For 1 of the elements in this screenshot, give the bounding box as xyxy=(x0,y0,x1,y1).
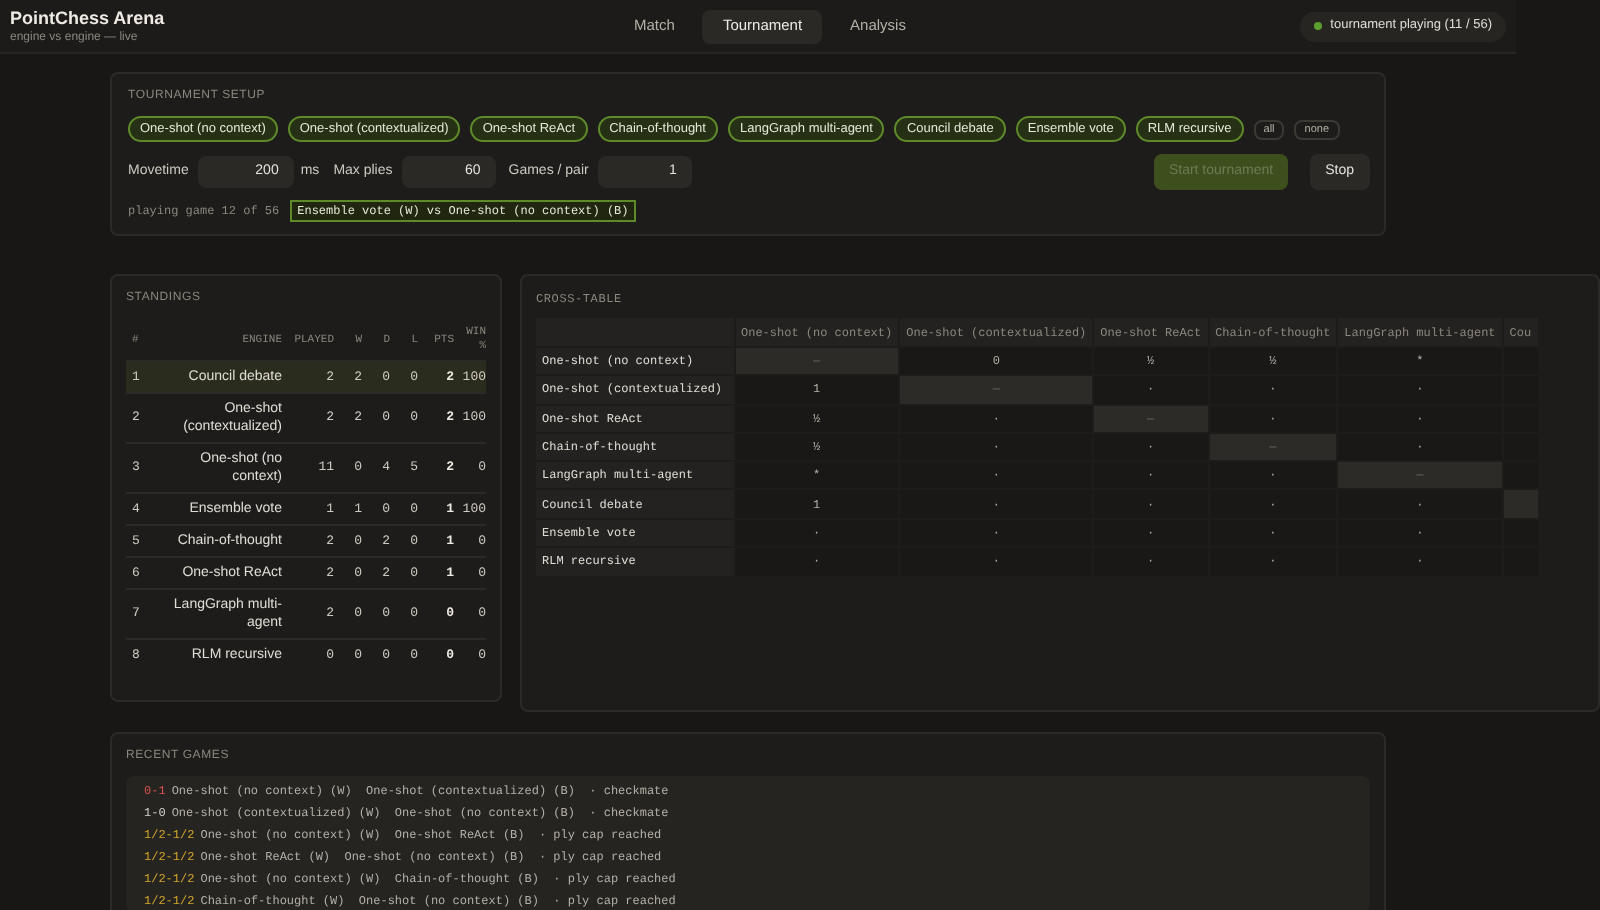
app-title: PointChess Arena xyxy=(10,7,167,29)
